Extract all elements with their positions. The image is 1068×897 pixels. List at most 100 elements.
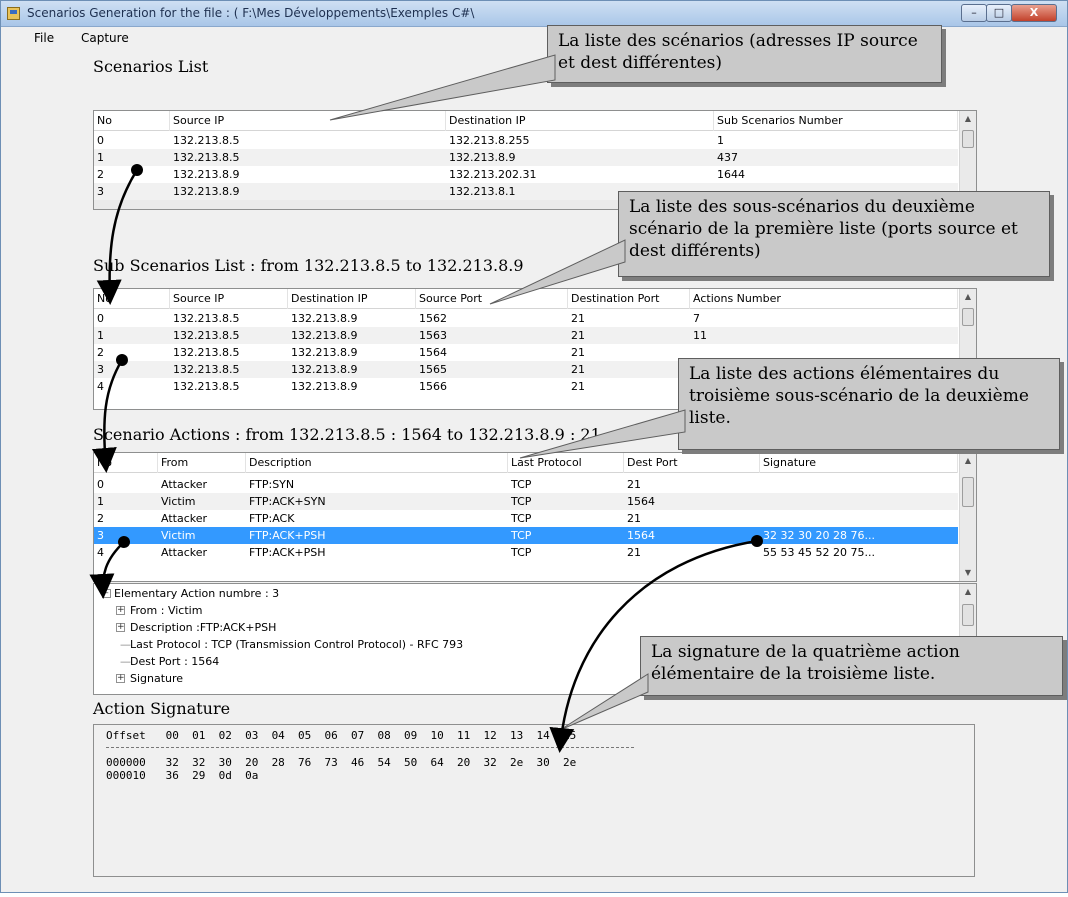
table-row[interactable]: 0 132.213.8.5 132.213.8.255 1	[94, 132, 958, 149]
expand-icon[interactable]: +	[116, 606, 125, 615]
scroll-up-arrow-icon[interactable]: ▲	[960, 111, 976, 127]
column-header[interactable]: Destination IP	[288, 289, 416, 309]
table-cell: 4	[97, 546, 104, 559]
table-cell: 2	[97, 168, 104, 181]
table-cell: 1562	[419, 312, 447, 325]
column-header[interactable]: Dest Port	[624, 453, 760, 473]
table-cell: Attacker	[161, 546, 208, 559]
table-cell: 132.213.8.9	[449, 151, 516, 164]
table-cell: 132.213.8.9	[291, 363, 358, 376]
column-header[interactable]: Destination Port	[568, 289, 690, 309]
scroll-up-arrow-icon[interactable]: ▲	[960, 289, 976, 305]
scroll-thumb[interactable]	[962, 604, 974, 626]
table-cell: FTP:ACK+PSH	[249, 546, 326, 559]
sub-scenarios-grid-header: No Source IP Destination IP Source Port Dest…	[94, 289, 958, 309]
column-header[interactable]: No	[94, 289, 170, 309]
scroll-up-arrow-icon[interactable]: ▲	[960, 584, 976, 600]
tree-item-last-protocol[interactable]: Last Protocol : TCP (Transmission Contro…	[130, 638, 463, 651]
column-header[interactable]: Actions Number	[690, 289, 958, 309]
hex-header: Offset 00 01 02 03 04 05 06 07 08 09 10 …	[106, 729, 577, 742]
column-header[interactable]: From	[158, 453, 246, 473]
table-cell: 21	[571, 312, 585, 325]
scroll-thumb[interactable]	[962, 130, 974, 148]
table-cell: 7	[693, 312, 700, 325]
tree-root-label[interactable]: Elementary Action numbre : 3	[114, 587, 279, 600]
table-row[interactable]: 2 132.213.8.9 132.213.202.31 1644	[94, 166, 958, 183]
table-cell: FTP:ACK+PSH	[249, 529, 326, 542]
expand-icon[interactable]: +	[116, 623, 125, 632]
table-cell: 1563	[419, 329, 447, 342]
table-row[interactable]: 0 Attacker FTP:SYN TCP 21	[94, 476, 958, 493]
table-cell: 132.213.8.5	[173, 134, 240, 147]
table-cell: 2	[97, 512, 104, 525]
scroll-up-arrow-icon[interactable]: ▲	[960, 453, 976, 469]
table-cell: 132.213.8.5	[173, 346, 240, 359]
table-cell: 132.213.8.5	[173, 329, 240, 342]
sub-scenarios-list-title: Sub Scenarios List : from 132.213.8.5 to…	[93, 256, 524, 275]
table-cell: 132.213.8.5	[173, 151, 240, 164]
table-cell: 1565	[419, 363, 447, 376]
column-header[interactable]: Source IP	[170, 111, 446, 131]
table-row[interactable]: 0 132.213.8.5 132.213.8.9 1562 21 7	[94, 310, 958, 327]
table-row[interactable]: 3 Victim FTP:ACK+PSH TCP 1564 32 32 30 20 28 …	[94, 527, 958, 544]
tree-item-dest-port[interactable]: Dest Port : 1564	[130, 655, 219, 668]
column-header[interactable]: Last Protocol	[508, 453, 624, 473]
title-bar[interactable]: Scenarios Generation for the file : ( F:…	[1, 1, 1067, 27]
table-cell: 3	[97, 363, 104, 376]
table-cell: 1	[717, 134, 724, 147]
expand-icon[interactable]: +	[116, 674, 125, 683]
table-cell: 1564	[627, 529, 655, 542]
table-cell: 55 53 45 52 20 75...	[763, 546, 875, 559]
scroll-thumb[interactable]	[962, 477, 974, 507]
signature-hex-viewer[interactable]: Offset 00 01 02 03 04 05 06 07 08 09 10 …	[93, 724, 975, 877]
menu-capture[interactable]: Capture	[81, 31, 129, 45]
collapse-icon[interactable]: –	[102, 589, 111, 598]
table-cell: FTP:ACK	[249, 512, 295, 525]
table-cell: 0	[97, 134, 104, 147]
scroll-down-arrow-icon[interactable]: ▼	[960, 565, 976, 581]
table-row[interactable]: 4 Attacker FTP:ACK+PSH TCP 21 55 53 45 52 20 …	[94, 544, 958, 561]
table-row[interactable]: 1 Victim FTP:ACK+SYN TCP 1564	[94, 493, 958, 510]
actions-vertical-scrollbar[interactable]: ▲ ▼	[959, 453, 976, 581]
table-cell: TCP	[511, 546, 532, 559]
table-cell: 4	[97, 380, 104, 393]
tree-item-description[interactable]: Description :FTP:ACK+PSH	[130, 621, 276, 634]
table-cell: 1564	[419, 346, 447, 359]
app-icon	[7, 7, 20, 20]
table-cell: 3	[97, 529, 104, 542]
scenario-actions-grid[interactable]: No From Description Last Protocol Dest Port S…	[93, 452, 977, 582]
maximize-button[interactable]: □	[986, 4, 1012, 22]
menu-file[interactable]: File	[34, 31, 54, 45]
column-header[interactable]: No	[94, 453, 158, 473]
minimize-button[interactable]: –	[961, 4, 987, 22]
column-header[interactable]: Source IP	[170, 289, 288, 309]
table-cell: 1564	[627, 495, 655, 508]
table-cell: 132.213.8.5	[173, 312, 240, 325]
column-header[interactable]: Signature	[760, 453, 958, 473]
table-cell: FTP:SYN	[249, 478, 295, 491]
column-header[interactable]: No	[94, 111, 170, 131]
table-cell	[760, 493, 958, 510]
table-cell: 11	[693, 329, 707, 342]
window-title: Scenarios Generation for the file : ( F:…	[27, 6, 475, 20]
scenarios-vertical-scrollbar[interactable]: ▲	[959, 111, 976, 197]
callout-scenarios: La liste des scénarios (adresses IP sour…	[547, 25, 942, 83]
table-cell: 1644	[717, 168, 745, 181]
table-row[interactable]: 2 Attacker FTP:ACK TCP 21	[94, 510, 958, 527]
column-header[interactable]: Description	[246, 453, 508, 473]
column-header[interactable]: Sub Scenarios Number	[714, 111, 958, 131]
table-cell: 437	[717, 151, 738, 164]
table-cell: Victim	[161, 495, 196, 508]
scroll-thumb[interactable]	[962, 308, 974, 326]
table-cell: TCP	[511, 495, 532, 508]
close-button[interactable]: X	[1011, 4, 1057, 22]
actions-grid-header: No From Description Last Protocol Dest Port S…	[94, 453, 958, 473]
table-row[interactable]: 1 132.213.8.5 132.213.8.9 437	[94, 149, 958, 166]
table-cell: 21	[571, 380, 585, 393]
table-cell: 1	[97, 329, 104, 342]
tree-item-from[interactable]: From : Victim	[130, 604, 202, 617]
tree-item-signature[interactable]: Signature	[130, 672, 183, 685]
column-header[interactable]: Source Port	[416, 289, 568, 309]
column-header[interactable]: Destination IP	[446, 111, 714, 131]
table-row[interactable]: 1 132.213.8.5 132.213.8.9 1563 21 11	[94, 327, 958, 344]
